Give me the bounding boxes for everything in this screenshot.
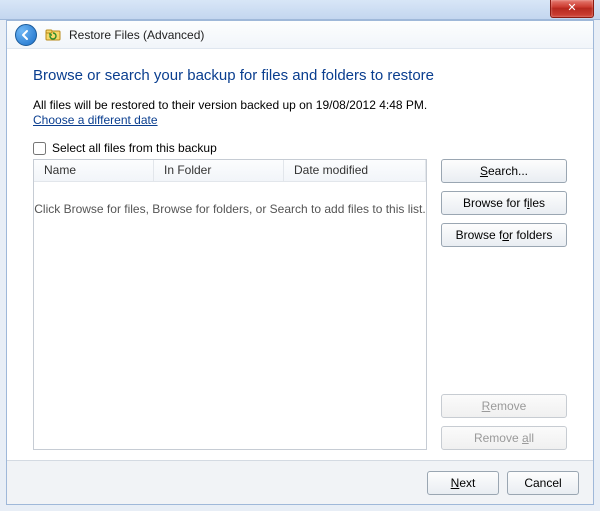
choose-date-link[interactable]: Choose a different date: [33, 113, 158, 127]
select-all-label: Select all files from this backup: [52, 141, 217, 155]
restore-info-line: All files will be restored to their vers…: [33, 98, 567, 112]
column-name[interactable]: Name: [34, 160, 154, 181]
remove-button: Remove: [441, 394, 567, 418]
window-close-button[interactable]: ✕: [550, 0, 594, 18]
arrow-left-icon: [20, 29, 32, 41]
close-icon: ✕: [567, 2, 576, 14]
list-empty-message: Click Browse for files, Browse for folde…: [34, 182, 426, 449]
column-in-folder[interactable]: In Folder: [154, 160, 284, 181]
wizard-header: Restore Files (Advanced): [7, 21, 593, 49]
next-button[interactable]: Next: [427, 471, 499, 495]
wizard-title: Restore Files (Advanced): [69, 28, 204, 42]
page-heading: Browse or search your backup for files a…: [33, 67, 567, 84]
browse-folders-button[interactable]: Browse for folders: [441, 223, 567, 247]
select-all-row[interactable]: Select all files from this backup: [33, 141, 567, 155]
back-button[interactable]: [15, 24, 37, 46]
browse-files-button[interactable]: Browse for files: [441, 191, 567, 215]
wizard-footer: Next Cancel: [7, 460, 593, 504]
file-list: Name In Folder Date modified Click Brows…: [33, 159, 427, 450]
restore-icon: [45, 27, 61, 43]
search-button[interactable]: Search...: [441, 159, 567, 183]
select-all-checkbox[interactable]: [33, 142, 46, 155]
list-header: Name In Folder Date modified: [34, 160, 426, 182]
cancel-button[interactable]: Cancel: [507, 471, 579, 495]
remove-all-button: Remove all: [441, 426, 567, 450]
titlebar: ✕: [0, 0, 600, 20]
column-date-modified[interactable]: Date modified: [284, 160, 426, 181]
